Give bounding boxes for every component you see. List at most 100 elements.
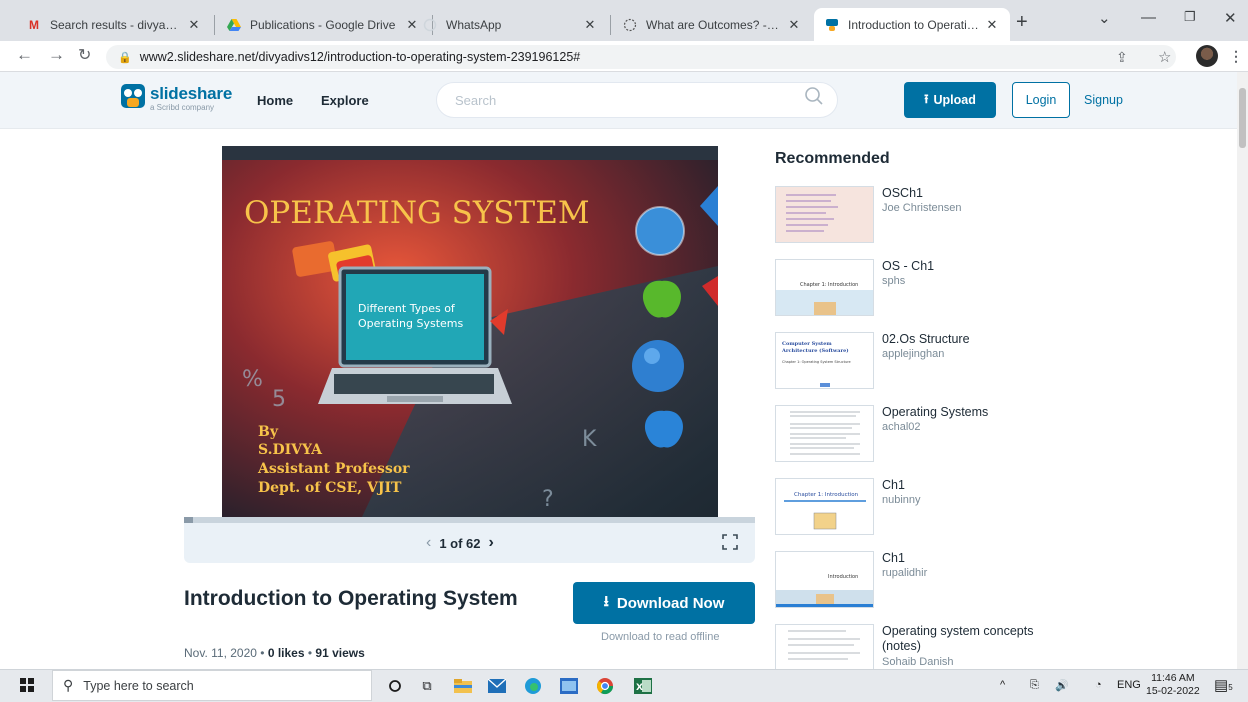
recommended-title[interactable]: Ch1 [882,551,1072,566]
recommended-item[interactable]: Computer System Architecture (Software) Ch… [775,332,1215,392]
download-button[interactable]: ⭳ Download Now [573,582,755,624]
svg-text:5: 5 [272,387,286,412]
slide-author-name: S.DIVYA [258,442,323,458]
show-hidden-icons[interactable]: ^ [1000,679,1005,691]
share-icon[interactable]: ⇪ [1116,49,1128,66]
window-close-button[interactable]: ✕ [1224,9,1237,27]
close-icon[interactable]: ✕ [582,17,598,33]
slide-author-by: By [258,424,279,440]
recommended-thumbnail: Introduction [775,551,874,608]
tab-slideshare-active[interactable]: Introduction to Operating Sy ✕ [814,8,1010,41]
reload-icon[interactable]: ↻ [78,45,91,65]
back-icon[interactable]: ← [16,45,33,65]
chevron-right-icon[interactable]: › [489,534,494,552]
volume-icon[interactable]: 🔊 [1055,679,1069,692]
upload-icon: ⭱ [924,91,929,106]
recommended-title[interactable]: OS - Ch1 [882,259,1072,274]
recommended-item[interactable]: Chapter 1: Introduction OS - Ch1 sphs [775,259,1215,319]
login-button[interactable]: Login [1012,82,1070,118]
chevron-left-icon[interactable]: ‹ [426,534,431,552]
slideshare-logo-icon[interactable] [121,84,145,108]
recommended-title[interactable]: 02.Os Structure [882,332,1072,347]
fullscreen-icon[interactable] [722,534,738,554]
svg-text:%: % [242,367,263,392]
chrome-icon[interactable] [594,676,616,696]
thumb-text: Introduction [828,574,858,580]
recommended-item[interactable]: Chapter 1: Introduction Ch1 nubinny [775,478,1215,538]
edge-icon[interactable] [522,676,544,696]
recommended-thumbnail: Chapter 1: Introduction [775,478,874,535]
recommended-title[interactable]: Operating Systems [882,405,1072,420]
mail-icon[interactable] [486,676,508,696]
address-bar[interactable]: 🔒 www2.slideshare.net/divyadivs12/introd… [106,45,1176,69]
thumb-text: Computer System [782,341,832,347]
recommended-title[interactable]: Ch1 [882,478,1072,493]
close-icon[interactable]: ✕ [786,17,802,33]
recommended-author: Sohaib Danish [882,656,954,668]
slide-screen-text-2: Operating Systems [358,317,464,330]
minimize-button[interactable]: — [1141,9,1156,26]
instructure-icon [622,17,638,33]
windows-start-icon[interactable] [20,678,34,692]
network-icon[interactable]: ◔ [1095,679,1102,691]
meet-now-icon[interactable]: ⎘ [1030,679,1039,692]
recommended-item[interactable]: OSCh1 Joe Christensen [775,186,1215,246]
recommended-author: Joe Christensen [882,202,962,214]
recommended-author: applejinghan [882,348,945,360]
slide-author-dept: Dept. of CSE, VJIT [258,480,402,496]
menu-icon[interactable]: ⋮ [1229,48,1243,65]
tab-title: Publications - Google Drive [250,17,396,32]
slideshare-icon [824,17,840,33]
nav-explore[interactable]: Explore [321,93,369,108]
recommended-thumbnail: Chapter 1: Introduction [775,259,874,316]
photos-icon[interactable] [558,676,580,696]
file-explorer-icon[interactable] [452,676,474,696]
close-icon[interactable]: ✕ [984,17,1000,33]
tab-title: WhatsApp [446,17,502,32]
bookmark-star-icon[interactable]: ☆ [1158,48,1171,66]
gmail-icon: M [29,17,39,32]
new-tab-button[interactable]: + [1016,11,1028,34]
cortana-icon[interactable] [384,676,406,696]
excel-icon[interactable]: X [632,676,654,696]
svg-text:X: X [636,683,643,693]
restore-button[interactable]: ❐ [1184,9,1196,25]
recommended-item[interactable]: Operating system concepts (notes) Sohaib… [775,624,1215,669]
search-input[interactable] [455,92,785,108]
profile-avatar[interactable] [1196,45,1218,67]
nav-home[interactable]: Home [257,93,293,108]
download-subtext: Download to read offline [601,631,720,643]
tab-title: What are Outcomes? - Instru [646,17,782,32]
recommended-author: achal02 [882,421,921,433]
language-indicator[interactable]: ENG [1117,679,1141,691]
tab-gmail[interactable]: M Search results - divyas@vjit.a ✕ [16,8,212,41]
taskbar-search[interactable]: ⚲ Type here to search [52,670,372,701]
recommended-author: rupalidhir [882,567,928,579]
recommended-title[interactable]: Operating system concepts (notes) [882,624,1072,654]
tab-search-icon[interactable]: ⌄ [1098,9,1111,27]
tab-google-drive[interactable]: Publications - Google Drive ✕ [216,8,430,41]
url-text: www2.slideshare.net/divyadivs12/introduc… [139,50,581,64]
task-view-icon[interactable]: ⧉ [416,676,438,696]
taskbar-clock[interactable]: 11:46 AM 15-02-2022 [1146,672,1200,698]
close-icon[interactable]: ✕ [186,17,202,33]
tab-instructure[interactable]: What are Outcomes? - Instru ✕ [612,8,812,41]
page-indicator: 1 of 62 [439,535,481,551]
tab-whatsapp[interactable]: WhatsApp ✕ [412,8,608,41]
recommended-thumbnail [775,624,874,669]
signup-link[interactable]: Signup [1084,93,1123,107]
recommended-item[interactable]: Introduction Ch1 rupalidhir [775,551,1215,611]
thumb-text: Architecture (Software) [781,347,849,354]
search-icon[interactable] [804,86,824,112]
slide-image[interactable]: %5F K? OPERATING SYSTEM Different Types … [222,146,718,517]
site-logo[interactable]: slideshare [150,84,232,104]
forward-icon[interactable]: → [48,45,65,65]
upload-button[interactable]: ⭱ Upload [904,82,996,118]
thumb-text: Chapter 1: Introduction [794,492,859,498]
recommended-item[interactable]: Operating Systems achal02 [775,405,1215,465]
notification-icon[interactable]: ▤5 [1214,676,1233,694]
tab-title: Introduction to Operating Sy [848,17,980,32]
slide-author-role: Assistant Professor [257,461,410,477]
recommended-title[interactable]: OSCh1 [882,186,1072,201]
page-scrollbar[interactable] [1237,72,1248,669]
